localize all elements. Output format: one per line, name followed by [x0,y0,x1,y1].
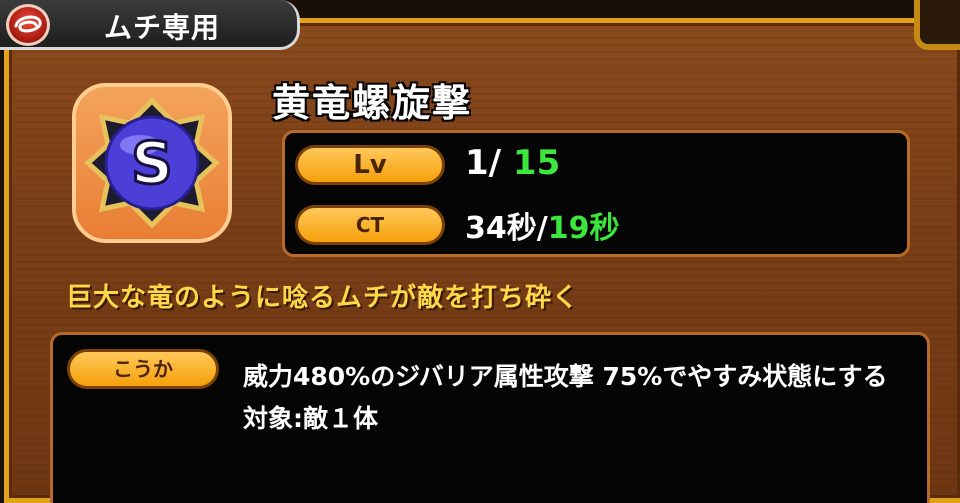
weapon-type-tab: ムチ専用 [0,0,300,50]
skill-name: 黄竜螺旋撃 [272,81,473,125]
level-value: 1/ 15 [465,143,560,183]
effect-text-line2: 対象:敵１体 [243,404,378,433]
cooldown-base: 34秒/ [465,211,548,246]
skill-stats-panel: Lv 1/ 15 CT 34秒/19秒 [282,130,910,257]
skill-description: 巨大な竜のように唸るムチが敵を打ち砕く [66,283,580,313]
whip-icon [6,4,50,46]
effect-panel: こうか 威力480%のジバリア属性攻撃 75%でやすみ状態にする 対象:敵１体 [50,332,930,503]
cooldown-current: 19秒 [547,211,620,246]
weapon-type-label: ムチ専用 [104,11,221,44]
level-label: Lv [295,145,445,185]
skill-icon: S [72,83,232,243]
level-current: 1/ [465,143,502,183]
cooldown-value: 34秒/19秒 [465,203,619,247]
effect-label: こうか [67,349,219,389]
effect-text-line1: 威力480%のジバリア属性攻撃 75%でやすみ状態にする [243,362,888,391]
frame-corner [914,0,960,50]
level-max: 15 [512,143,561,183]
cooldown-label: CT [295,205,445,245]
skill-icon-letter: S [131,129,173,197]
